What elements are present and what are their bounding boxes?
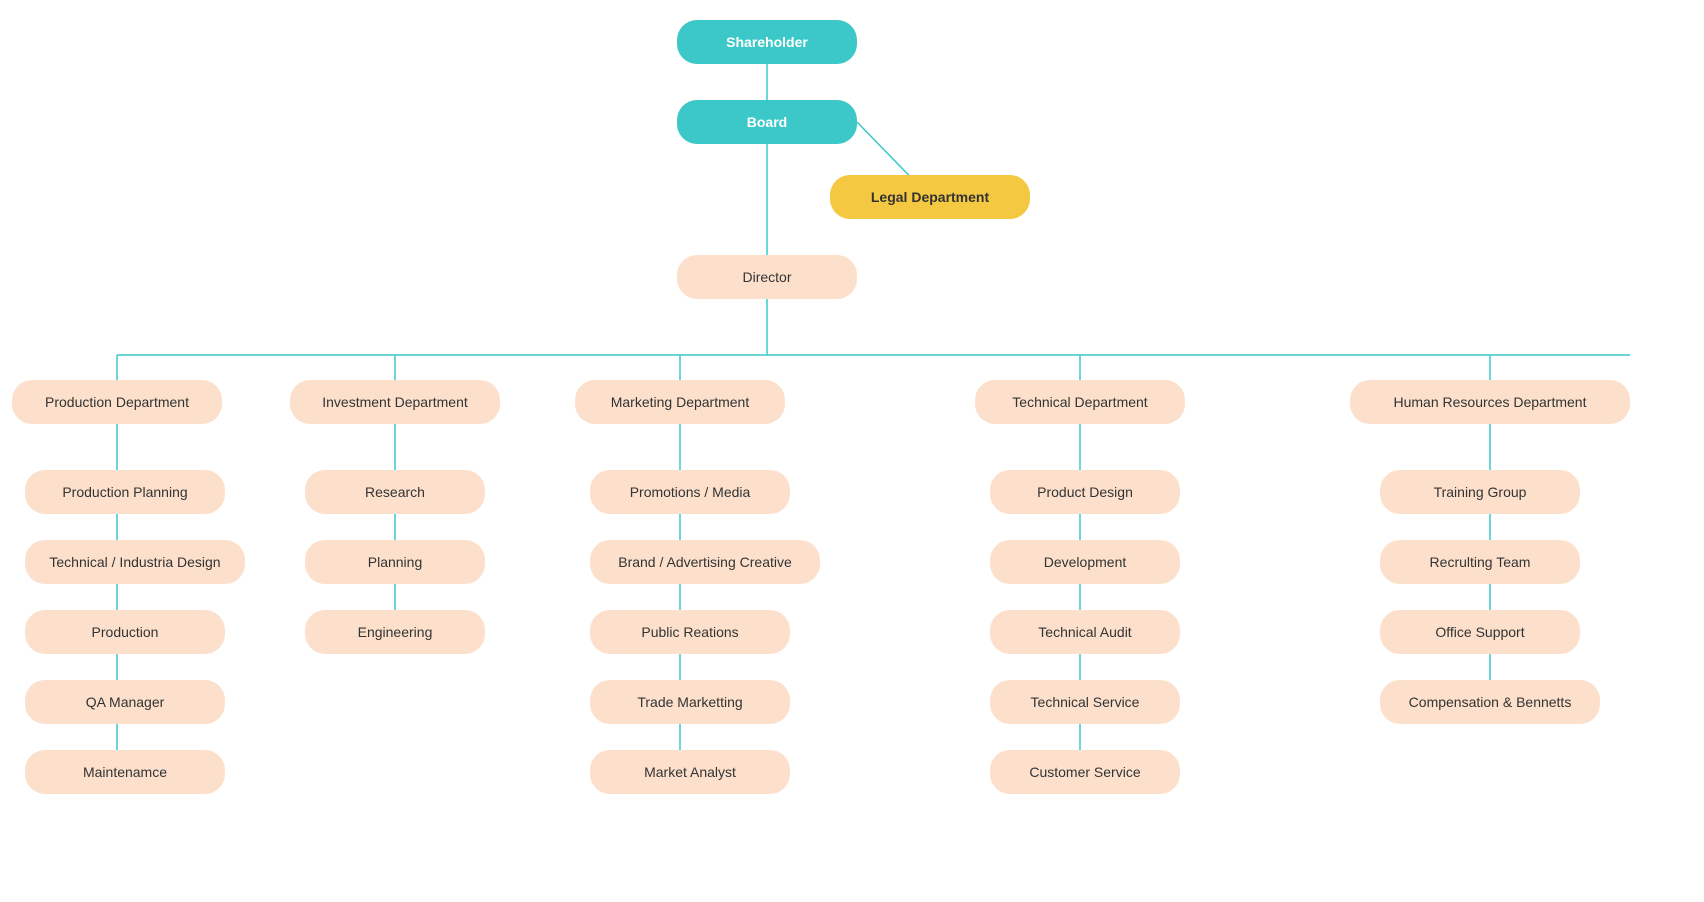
node-shareholder: Shareholder xyxy=(677,20,857,64)
node-promo: Promotions / Media xyxy=(590,470,790,514)
node-legal: Legal Department xyxy=(830,175,1030,219)
node-tech_ind: Technical / Industria Design xyxy=(25,540,245,584)
node-prod_dept: Production Department xyxy=(12,380,222,424)
node-prod_planning: Production Planning xyxy=(25,470,225,514)
node-tech_service: Technical Service xyxy=(990,680,1180,724)
node-office_support: Office Support xyxy=(1380,610,1580,654)
node-market_analyst: Market Analyst xyxy=(590,750,790,794)
node-inv_dept: Investment Department xyxy=(290,380,500,424)
node-director: Director xyxy=(677,255,857,299)
node-maintenance: Maintenamce xyxy=(25,750,225,794)
node-mkt_dept: Marketing Department xyxy=(575,380,785,424)
node-tech_dept: Technical Department xyxy=(975,380,1185,424)
node-qa: QA Manager xyxy=(25,680,225,724)
node-engineering: Engineering xyxy=(305,610,485,654)
node-brand: Brand / Advertising Creative xyxy=(590,540,820,584)
node-tech_audit: Technical Audit xyxy=(990,610,1180,654)
node-production: Production xyxy=(25,610,225,654)
node-development: Development xyxy=(990,540,1180,584)
node-product_design: Product Design xyxy=(990,470,1180,514)
node-recruiting: Recrulting Team xyxy=(1380,540,1580,584)
node-customer_service: Customer Service xyxy=(990,750,1180,794)
node-planning: Planning xyxy=(305,540,485,584)
node-training: Training Group xyxy=(1380,470,1580,514)
node-board: Board xyxy=(677,100,857,144)
node-hr_dept: Human Resources Department xyxy=(1350,380,1630,424)
org-chart: Shareholder Board Legal Department Director… xyxy=(0,0,1704,902)
node-trade: Trade Marketting xyxy=(590,680,790,724)
node-compensation: Compensation & Bennetts xyxy=(1380,680,1600,724)
node-public_rel: Public Reations xyxy=(590,610,790,654)
node-research: Research xyxy=(305,470,485,514)
